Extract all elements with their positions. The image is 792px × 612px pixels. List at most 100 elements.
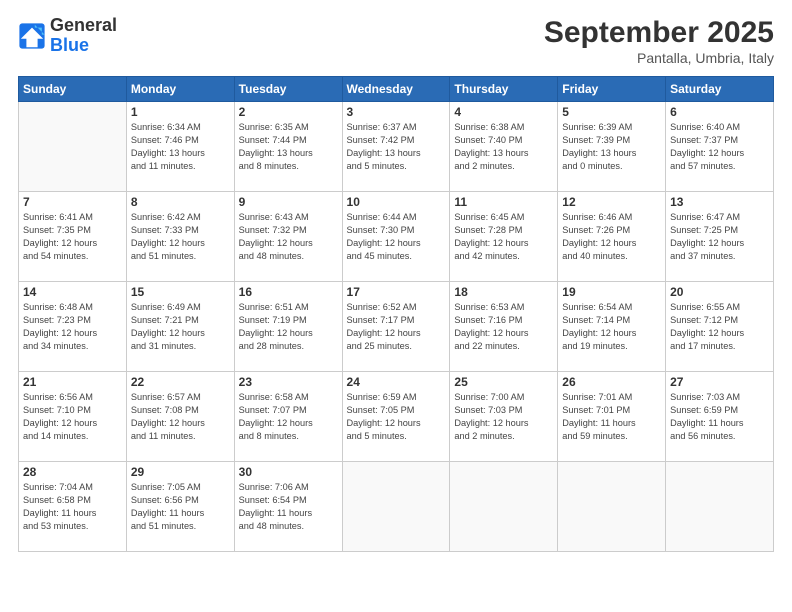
calendar-cell: 20 Sunrise: 6:55 AM Sunset: 7:12 PM Dayli… (666, 282, 774, 372)
day-info: Sunrise: 6:37 AM Sunset: 7:42 PM Dayligh… (347, 121, 446, 173)
day-number: 19 (562, 285, 661, 299)
day-number: 22 (131, 375, 230, 389)
day-number: 6 (670, 105, 769, 119)
calendar-cell: 3 Sunrise: 6:37 AM Sunset: 7:42 PM Daylig… (342, 102, 450, 192)
calendar-cell: 18Sunrise: 6:53 AM Sunset: 7:16 PM Dayli… (450, 282, 558, 372)
day-number: 12 (562, 195, 661, 209)
calendar-cell: 14Sunrise: 6:48 AM Sunset: 7:23 PM Dayli… (19, 282, 127, 372)
day-info: Sunrise: 7:05 AM Sunset: 6:56 PM Dayligh… (131, 481, 230, 533)
day-info: Sunrise: 6:40 AM Sunset: 7:37 PM Dayligh… (670, 121, 769, 173)
calendar-header-row: SundayMondayTuesdayWednesdayThursdayFrid… (19, 77, 774, 102)
logo-line1: General (50, 16, 117, 36)
day-info: Sunrise: 6:53 AM Sunset: 7:16 PM Dayligh… (454, 301, 553, 353)
day-info: Sunrise: 6:35 AM Sunset: 7:44 PM Dayligh… (239, 121, 338, 173)
day-number: 10 (347, 195, 446, 209)
weekday-header: Tuesday (234, 77, 342, 102)
calendar-cell (342, 462, 450, 552)
day-info: Sunrise: 6:44 AM Sunset: 7:30 PM Dayligh… (347, 211, 446, 263)
day-number: 16 (239, 285, 338, 299)
day-number: 13 (670, 195, 769, 209)
day-number: 5 (562, 105, 661, 119)
calendar-cell: 10 Sunrise: 6:44 AM Sunset: 7:30 PM Dayli… (342, 192, 450, 282)
day-number: 15 (131, 285, 230, 299)
day-info: Sunrise: 7:03 AM Sunset: 6:59 PM Dayligh… (670, 391, 769, 443)
day-number: 23 (239, 375, 338, 389)
day-number: 26 (562, 375, 661, 389)
logo-line2: Blue (50, 36, 117, 56)
calendar-cell: 24 Sunrise: 6:59 AM Sunset: 7:05 PM Dayli… (342, 372, 450, 462)
day-info: Sunrise: 6:48 AM Sunset: 7:23 PM Dayligh… (23, 301, 122, 353)
day-info: Sunrise: 6:47 AM Sunset: 7:25 PM Dayligh… (670, 211, 769, 263)
day-number: 21 (23, 375, 122, 389)
calendar-cell: 29 Sunrise: 7:05 AM Sunset: 6:56 PM Dayli… (126, 462, 234, 552)
calendar-cell: 28 Sunrise: 7:04 AM Sunset: 6:58 PM Dayli… (19, 462, 127, 552)
calendar-cell: 8Sunrise: 6:42 AM Sunset: 7:33 PM Daylig… (126, 192, 234, 282)
weekday-header: Friday (558, 77, 666, 102)
calendar-table: SundayMondayTuesdayWednesdayThursdayFrid… (18, 76, 774, 552)
day-number: 7 (23, 195, 122, 209)
day-info: Sunrise: 7:04 AM Sunset: 6:58 PM Dayligh… (23, 481, 122, 533)
day-number: 28 (23, 465, 122, 479)
weekday-header: Saturday (666, 77, 774, 102)
calendar-cell: 22 Sunrise: 6:57 AM Sunset: 7:08 PM Dayli… (126, 372, 234, 462)
day-number: 30 (239, 465, 338, 479)
location: Pantalla, Umbria, Italy (544, 50, 774, 66)
calendar-cell: 23 Sunrise: 6:58 AM Sunset: 7:07 PM Dayli… (234, 372, 342, 462)
calendar-cell: 26 Sunrise: 7:01 AM Sunset: 7:01 PM Dayli… (558, 372, 666, 462)
calendar-cell: 17 Sunrise: 6:52 AM Sunset: 7:17 PM Dayli… (342, 282, 450, 372)
calendar-cell: 15Sunrise: 6:49 AM Sunset: 7:21 PM Dayli… (126, 282, 234, 372)
day-number: 2 (239, 105, 338, 119)
day-number: 9 (239, 195, 338, 209)
day-info: Sunrise: 6:52 AM Sunset: 7:17 PM Dayligh… (347, 301, 446, 353)
day-number: 20 (670, 285, 769, 299)
day-info: Sunrise: 7:01 AM Sunset: 7:01 PM Dayligh… (562, 391, 661, 443)
logo-icon (18, 22, 46, 50)
day-info: Sunrise: 6:46 AM Sunset: 7:26 PM Dayligh… (562, 211, 661, 263)
logo: General Blue (18, 16, 117, 56)
weekday-header: Wednesday (342, 77, 450, 102)
calendar-cell: 27 Sunrise: 7:03 AM Sunset: 6:59 PM Dayli… (666, 372, 774, 462)
day-info: Sunrise: 6:45 AM Sunset: 7:28 PM Dayligh… (454, 211, 553, 263)
calendar-cell (450, 462, 558, 552)
day-info: Sunrise: 7:00 AM Sunset: 7:03 PM Dayligh… (454, 391, 553, 443)
day-info: Sunrise: 6:56 AM Sunset: 7:10 PM Dayligh… (23, 391, 122, 443)
day-number: 29 (131, 465, 230, 479)
calendar-cell (666, 462, 774, 552)
calendar-cell: 21 Sunrise: 6:56 AM Sunset: 7:10 PM Dayli… (19, 372, 127, 462)
weekday-header: Monday (126, 77, 234, 102)
day-number: 27 (670, 375, 769, 389)
day-info: Sunrise: 6:38 AM Sunset: 7:40 PM Dayligh… (454, 121, 553, 173)
calendar-cell: 4 Sunrise: 6:38 AM Sunset: 7:40 PM Daylig… (450, 102, 558, 192)
day-info: Sunrise: 6:57 AM Sunset: 7:08 PM Dayligh… (131, 391, 230, 443)
day-info: Sunrise: 6:41 AM Sunset: 7:35 PM Dayligh… (23, 211, 122, 263)
calendar-cell: 2 Sunrise: 6:35 AM Sunset: 7:44 PM Daylig… (234, 102, 342, 192)
calendar-week-row: 1Sunrise: 6:34 AM Sunset: 7:46 PM Daylig… (19, 102, 774, 192)
calendar-cell: 9 Sunrise: 6:43 AM Sunset: 7:32 PM Daylig… (234, 192, 342, 282)
calendar-cell: 12 Sunrise: 6:46 AM Sunset: 7:26 PM Dayli… (558, 192, 666, 282)
day-info: Sunrise: 6:55 AM Sunset: 7:12 PM Dayligh… (670, 301, 769, 353)
calendar-cell: 11 Sunrise: 6:45 AM Sunset: 7:28 PM Dayli… (450, 192, 558, 282)
day-number: 4 (454, 105, 553, 119)
day-number: 11 (454, 195, 553, 209)
calendar-cell (558, 462, 666, 552)
day-info: Sunrise: 6:34 AM Sunset: 7:46 PM Dayligh… (131, 121, 230, 173)
day-info: Sunrise: 6:43 AM Sunset: 7:32 PM Dayligh… (239, 211, 338, 263)
calendar-cell: 16 Sunrise: 6:51 AM Sunset: 7:19 PM Dayli… (234, 282, 342, 372)
header: General Blue September 2025 Pantalla, Um… (18, 16, 774, 66)
calendar-cell: 7 Sunrise: 6:41 AM Sunset: 7:35 PM Daylig… (19, 192, 127, 282)
calendar-cell: 25Sunrise: 7:00 AM Sunset: 7:03 PM Dayli… (450, 372, 558, 462)
calendar-week-row: 14Sunrise: 6:48 AM Sunset: 7:23 PM Dayli… (19, 282, 774, 372)
calendar-cell: 1Sunrise: 6:34 AM Sunset: 7:46 PM Daylig… (126, 102, 234, 192)
day-number: 24 (347, 375, 446, 389)
day-info: Sunrise: 6:51 AM Sunset: 7:19 PM Dayligh… (239, 301, 338, 353)
weekday-header: Thursday (450, 77, 558, 102)
day-info: Sunrise: 6:58 AM Sunset: 7:07 PM Dayligh… (239, 391, 338, 443)
day-number: 17 (347, 285, 446, 299)
day-info: Sunrise: 6:59 AM Sunset: 7:05 PM Dayligh… (347, 391, 446, 443)
calendar-cell: 19Sunrise: 6:54 AM Sunset: 7:14 PM Dayli… (558, 282, 666, 372)
day-number: 3 (347, 105, 446, 119)
calendar-week-row: 7 Sunrise: 6:41 AM Sunset: 7:35 PM Daylig… (19, 192, 774, 282)
calendar-cell: 5Sunrise: 6:39 AM Sunset: 7:39 PM Daylig… (558, 102, 666, 192)
month-title: September 2025 (544, 16, 774, 50)
calendar-cell: 30Sunrise: 7:06 AM Sunset: 6:54 PM Dayli… (234, 462, 342, 552)
